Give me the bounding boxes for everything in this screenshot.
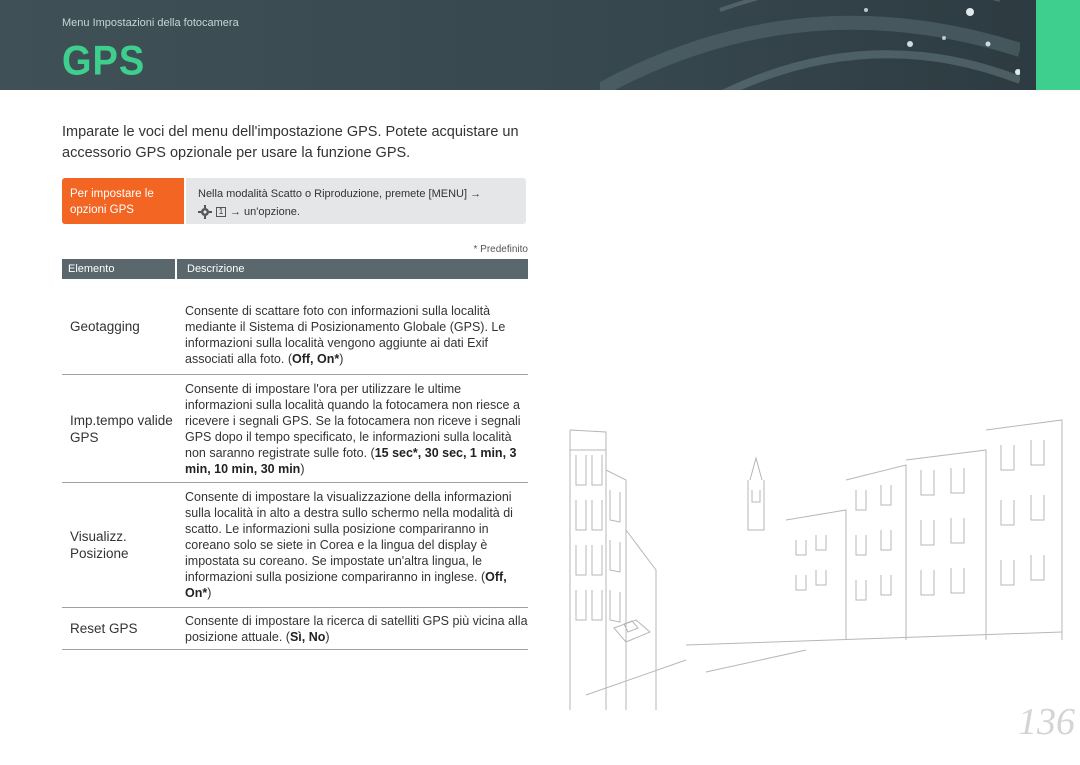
note-body: Nella modalità Scatto o Riproduzione, pr… <box>186 178 526 224</box>
item-name: Visualizz. Posizione <box>70 529 129 561</box>
breadcrumb: Menu Impostazioni della fotocamera <box>62 17 239 29</box>
page-title: GPS <box>62 38 146 85</box>
gps-settings-icon <box>198 205 212 219</box>
item-name: Reset GPS <box>70 621 138 636</box>
menu-tab-icon: 1 <box>216 207 226 217</box>
options-table: Elemento Descrizione Geotagging Consente… <box>62 259 528 650</box>
column-header-description: Descrizione <box>175 259 528 279</box>
table-row: Reset GPS Consente di impostare la ricer… <box>62 608 528 650</box>
item-description: Consente di impostare la ricerca di sate… <box>185 614 528 644</box>
table-header: Elemento Descrizione <box>62 259 528 279</box>
item-description: Consente di impostare la visualizzazione… <box>185 490 513 600</box>
note-label: Per impostare le opzioni GPS <box>62 178 184 224</box>
note-line-1: Nella modalità Scatto o Riproduzione, pr… <box>198 188 482 200</box>
city-canal-illustration <box>569 419 1063 710</box>
table-row: Geotagging Consente di scattare foto con… <box>62 279 528 375</box>
table-row: Imp.tempo valide GPS Consente di imposta… <box>62 375 528 483</box>
how-to-note: Per impostare le opzioni GPS Nella modal… <box>62 178 526 224</box>
page-number: 136 <box>1018 701 1075 743</box>
item-description: Consente di scattare foto con informazio… <box>185 304 506 366</box>
item-name: Geotagging <box>70 319 140 334</box>
table-row: Visualizz. Posizione Consente di imposta… <box>62 483 528 608</box>
header-accent-tab <box>1036 0 1080 90</box>
column-header-item: Elemento <box>68 263 115 275</box>
header-banner: Menu Impostazioni della fotocamera GPS <box>0 0 1080 90</box>
intro-text: Imparate le voci del menu dell'impostazi… <box>62 124 519 161</box>
note-line-2: → un'opzione. <box>230 206 300 218</box>
item-name: Imp.tempo valide GPS <box>70 412 173 445</box>
default-footnote: * Predefinito <box>473 244 528 255</box>
decorative-swirl <box>600 0 1020 90</box>
item-description: Consente di impostare l'ora per utilizza… <box>185 382 521 476</box>
note-line-2-wrap: 1 → un'opzione. <box>198 204 526 220</box>
